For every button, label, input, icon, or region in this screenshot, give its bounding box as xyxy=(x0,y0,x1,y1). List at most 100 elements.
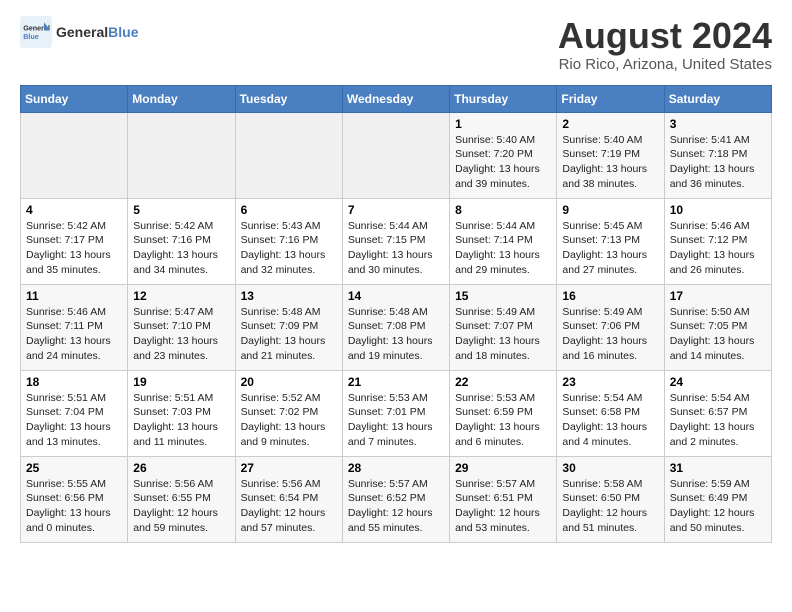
calendar-cell: 27Sunrise: 5:56 AM Sunset: 6:54 PM Dayli… xyxy=(235,456,342,542)
calendar-cell: 3 Sunrise: 5:41 AM Sunset: 7:18 PM Daylig… xyxy=(664,112,771,198)
calendar-cell: 6 Sunrise: 5:43 AM Sunset: 7:16 PM Daylig… xyxy=(235,198,342,284)
day-info: Sunrise: 5:59 AM Sunset: 6:49 PM Dayligh… xyxy=(670,477,766,536)
day-number: 24 xyxy=(670,375,766,389)
title-area: August 2024 Rio Rico, Arizona, United St… xyxy=(558,16,772,73)
week-row-1: 1Sunrise: 5:40 AM Sunset: 7:20 PM Daylig… xyxy=(21,112,772,198)
week-row-2: 4Sunrise: 5:42 AM Sunset: 7:17 PM Daylig… xyxy=(21,198,772,284)
calendar-cell xyxy=(128,112,235,198)
calendar-page: General Blue GeneralBlue August 2024 Rio… xyxy=(0,0,792,559)
calendar-cell: 24Sunrise: 5:54 AM Sunset: 6:57 PM Dayli… xyxy=(664,370,771,456)
weekday-header-thursday: Thursday xyxy=(450,85,557,112)
calendar-cell: 11Sunrise: 5:46 AM Sunset: 7:11 PM Dayli… xyxy=(21,284,128,370)
calendar-cell: 30Sunrise: 5:58 AM Sunset: 6:50 PM Dayli… xyxy=(557,456,664,542)
month-title: August 2024 xyxy=(558,16,772,56)
weekday-header-sunday: Sunday xyxy=(21,85,128,112)
calendar-cell xyxy=(235,112,342,198)
day-number: 16 xyxy=(562,289,658,303)
day-number: 10 xyxy=(670,203,766,217)
day-info: Sunrise: 5:42 AM Sunset: 7:16 PM Dayligh… xyxy=(133,219,229,278)
day-info: Sunrise: 5:48 AM Sunset: 7:09 PM Dayligh… xyxy=(241,305,337,364)
calendar-cell: 21 Sunrise: 5:53 AM Sunset: 7:01 PM Dayli… xyxy=(342,370,449,456)
day-number: 9 xyxy=(562,203,658,217)
logo: General Blue GeneralBlue xyxy=(20,16,138,48)
day-info: Sunrise: 5:56 AM Sunset: 6:55 PM Dayligh… xyxy=(133,477,229,536)
weekday-header-monday: Monday xyxy=(128,85,235,112)
day-info: Sunrise: 5:41 AM Sunset: 7:18 PM Dayligh… xyxy=(670,133,766,192)
calendar-cell: 31 Sunrise: 5:59 AM Sunset: 6:49 PM Dayli… xyxy=(664,456,771,542)
day-number: 2 xyxy=(562,117,658,131)
calendar-cell: 4Sunrise: 5:42 AM Sunset: 7:17 PM Daylig… xyxy=(21,198,128,284)
day-number: 3 xyxy=(670,117,766,131)
day-info: Sunrise: 5:53 AM Sunset: 7:01 PM Dayligh… xyxy=(348,391,444,450)
day-number: 17 xyxy=(670,289,766,303)
calendar-cell: 19Sunrise: 5:51 AM Sunset: 7:03 PM Dayli… xyxy=(128,370,235,456)
day-number: 12 xyxy=(133,289,229,303)
day-info: Sunrise: 5:44 AM Sunset: 7:15 PM Dayligh… xyxy=(348,219,444,278)
day-info: Sunrise: 5:46 AM Sunset: 7:12 PM Dayligh… xyxy=(670,219,766,278)
day-info: Sunrise: 5:55 AM Sunset: 6:56 PM Dayligh… xyxy=(26,477,122,536)
day-number: 21 xyxy=(348,375,444,389)
calendar-cell: 26 Sunrise: 5:56 AM Sunset: 6:55 PM Dayli… xyxy=(128,456,235,542)
svg-text:Blue: Blue xyxy=(23,32,39,41)
day-number: 18 xyxy=(26,375,122,389)
day-info: Sunrise: 5:40 AM Sunset: 7:19 PM Dayligh… xyxy=(562,133,658,192)
calendar-cell: 22Sunrise: 5:53 AM Sunset: 6:59 PM Dayli… xyxy=(450,370,557,456)
calendar-cell: 20Sunrise: 5:52 AM Sunset: 7:02 PM Dayli… xyxy=(235,370,342,456)
day-number: 6 xyxy=(241,203,337,217)
day-number: 31 xyxy=(670,461,766,475)
day-number: 28 xyxy=(348,461,444,475)
day-info: Sunrise: 5:49 AM Sunset: 7:07 PM Dayligh… xyxy=(455,305,551,364)
day-number: 22 xyxy=(455,375,551,389)
calendar-cell xyxy=(342,112,449,198)
calendar-cell: 25Sunrise: 5:55 AM Sunset: 6:56 PM Dayli… xyxy=(21,456,128,542)
day-info: Sunrise: 5:49 AM Sunset: 7:06 PM Dayligh… xyxy=(562,305,658,364)
calendar-cell: 16 Sunrise: 5:49 AM Sunset: 7:06 PM Dayli… xyxy=(557,284,664,370)
day-number: 29 xyxy=(455,461,551,475)
day-number: 23 xyxy=(562,375,658,389)
calendar-cell: 12 Sunrise: 5:47 AM Sunset: 7:10 PM Dayli… xyxy=(128,284,235,370)
logo-icon: General Blue xyxy=(20,16,52,48)
calendar-table: SundayMondayTuesdayWednesdayThursdayFrid… xyxy=(20,85,772,543)
week-row-5: 25Sunrise: 5:55 AM Sunset: 6:56 PM Dayli… xyxy=(21,456,772,542)
location: Rio Rico, Arizona, United States xyxy=(558,56,772,73)
day-info: Sunrise: 5:47 AM Sunset: 7:10 PM Dayligh… xyxy=(133,305,229,364)
day-number: 27 xyxy=(241,461,337,475)
week-row-3: 11Sunrise: 5:46 AM Sunset: 7:11 PM Dayli… xyxy=(21,284,772,370)
calendar-cell: 1Sunrise: 5:40 AM Sunset: 7:20 PM Daylig… xyxy=(450,112,557,198)
calendar-cell: 2 Sunrise: 5:40 AM Sunset: 7:19 PM Daylig… xyxy=(557,112,664,198)
day-number: 13 xyxy=(241,289,337,303)
week-row-4: 18Sunrise: 5:51 AM Sunset: 7:04 PM Dayli… xyxy=(21,370,772,456)
calendar-cell: 8Sunrise: 5:44 AM Sunset: 7:14 PM Daylig… xyxy=(450,198,557,284)
day-info: Sunrise: 5:54 AM Sunset: 6:58 PM Dayligh… xyxy=(562,391,658,450)
calendar-header: SundayMondayTuesdayWednesdayThursdayFrid… xyxy=(21,85,772,112)
day-info: Sunrise: 5:48 AM Sunset: 7:08 PM Dayligh… xyxy=(348,305,444,364)
day-number: 8 xyxy=(455,203,551,217)
calendar-cell: 13 Sunrise: 5:48 AM Sunset: 7:09 PM Dayli… xyxy=(235,284,342,370)
day-number: 5 xyxy=(133,203,229,217)
calendar-cell: 23 Sunrise: 5:54 AM Sunset: 6:58 PM Dayli… xyxy=(557,370,664,456)
calendar-cell: 9Sunrise: 5:45 AM Sunset: 7:13 PM Daylig… xyxy=(557,198,664,284)
day-info: Sunrise: 5:46 AM Sunset: 7:11 PM Dayligh… xyxy=(26,305,122,364)
day-number: 4 xyxy=(26,203,122,217)
day-number: 26 xyxy=(133,461,229,475)
calendar-cell xyxy=(21,112,128,198)
calendar-body: 1Sunrise: 5:40 AM Sunset: 7:20 PM Daylig… xyxy=(21,112,772,542)
header: General Blue GeneralBlue August 2024 Rio… xyxy=(20,16,772,73)
day-number: 20 xyxy=(241,375,337,389)
day-info: Sunrise: 5:57 AM Sunset: 6:51 PM Dayligh… xyxy=(455,477,551,536)
calendar-cell: 7 Sunrise: 5:44 AM Sunset: 7:15 PM Daylig… xyxy=(342,198,449,284)
day-number: 7 xyxy=(348,203,444,217)
calendar-cell: 5 Sunrise: 5:42 AM Sunset: 7:16 PM Daylig… xyxy=(128,198,235,284)
calendar-cell: 15 Sunrise: 5:49 AM Sunset: 7:07 PM Dayli… xyxy=(450,284,557,370)
weekday-header-tuesday: Tuesday xyxy=(235,85,342,112)
calendar-cell: 17 Sunrise: 5:50 AM Sunset: 7:05 PM Dayli… xyxy=(664,284,771,370)
day-info: Sunrise: 5:43 AM Sunset: 7:16 PM Dayligh… xyxy=(241,219,337,278)
day-info: Sunrise: 5:50 AM Sunset: 7:05 PM Dayligh… xyxy=(670,305,766,364)
day-number: 1 xyxy=(455,117,551,131)
weekday-header-wednesday: Wednesday xyxy=(342,85,449,112)
day-info: Sunrise: 5:58 AM Sunset: 6:50 PM Dayligh… xyxy=(562,477,658,536)
day-info: Sunrise: 5:57 AM Sunset: 6:52 PM Dayligh… xyxy=(348,477,444,536)
day-number: 14 xyxy=(348,289,444,303)
day-number: 15 xyxy=(455,289,551,303)
calendar-cell: 18Sunrise: 5:51 AM Sunset: 7:04 PM Dayli… xyxy=(21,370,128,456)
